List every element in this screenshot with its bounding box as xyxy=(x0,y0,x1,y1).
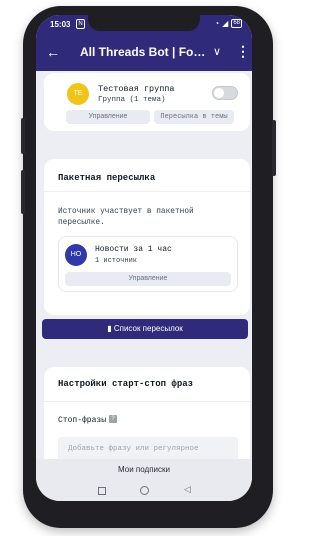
status-time: 15:03 xyxy=(50,20,71,29)
volume-button xyxy=(21,118,25,154)
group-subtitle: Группа (1 тема) xyxy=(98,96,166,104)
batch-title: Пакетная пересылка xyxy=(58,173,156,183)
forward-topic-button[interactable]: Пересылка в темы xyxy=(154,110,234,124)
group-card: TE Тестовая группа Группа (1 тема) Управ… xyxy=(44,73,250,131)
wifi-icon: ◔ xyxy=(214,19,220,28)
help-icon[interactable]: ? xyxy=(109,415,117,423)
status-icons: ◔ ◢ 68 xyxy=(214,19,242,28)
screen: 15:03 N ◔ ◢ 68 ← All Threads Bot | Fo… ∨… xyxy=(36,15,252,501)
divider xyxy=(44,191,250,192)
batch-item-sources: 1 источник xyxy=(95,257,138,265)
home-icon[interactable] xyxy=(140,486,149,495)
my-subscriptions-tab[interactable]: Мои подписки xyxy=(36,465,252,474)
batch-description: Источник участвует в пакетной пересылке. xyxy=(58,208,194,227)
arrow-left-icon[interactable]: ← xyxy=(46,44,60,60)
group-avatar: TE xyxy=(67,83,89,105)
battery-icon: 68 xyxy=(231,19,242,28)
status-bar: 15:03 N ◔ ◢ 68 xyxy=(36,15,252,35)
system-nav-bar: ◁ xyxy=(36,484,252,501)
phone-icon: ▮ xyxy=(107,324,112,333)
back-nav-icon[interactable]: ◁ xyxy=(184,484,191,495)
batch-card: Пакетная пересылка Источник участвует в … xyxy=(44,159,250,315)
batch-item-name: Новости за 1 час xyxy=(95,245,172,254)
group-toggle[interactable] xyxy=(212,86,238,100)
signal-icon: ◢ xyxy=(222,19,229,28)
power-button xyxy=(272,120,276,176)
recent-apps-icon[interactable] xyxy=(98,487,106,495)
n-icon: N xyxy=(76,19,85,29)
more-vertical-icon[interactable]: ⋮ xyxy=(236,43,250,60)
forwarding-list-button[interactable]: ▮ Список пересылок xyxy=(42,319,248,339)
forwarding-list-label: Список пересылок xyxy=(113,324,183,333)
camera-notch xyxy=(88,15,200,31)
batch-manage-button[interactable]: Управление xyxy=(65,272,231,286)
stopstart-title: Настройки старт-стоп фраз xyxy=(58,379,194,389)
app-bar: ← All Threads Bot | Fo… ∨ ⋮ xyxy=(36,35,252,71)
batch-item: НО Новости за 1 час 1 источник Управлени… xyxy=(58,236,238,292)
chevron-down-icon[interactable]: ∨ xyxy=(213,45,221,58)
app-title: All Threads Bot | Fo… xyxy=(80,45,206,59)
volume-button xyxy=(21,170,25,214)
group-name: Тестовая группа xyxy=(98,84,175,94)
stop-phrases-label: Стоп-фразы xyxy=(58,416,107,425)
toggle-knob xyxy=(214,88,224,98)
stopstart-card: Настройки старт-стоп фраз Стоп-фразы ? Д… xyxy=(44,367,250,467)
manage-button[interactable]: Управление xyxy=(66,110,150,124)
batch-item-avatar: НО xyxy=(65,244,87,266)
divider xyxy=(44,401,250,402)
